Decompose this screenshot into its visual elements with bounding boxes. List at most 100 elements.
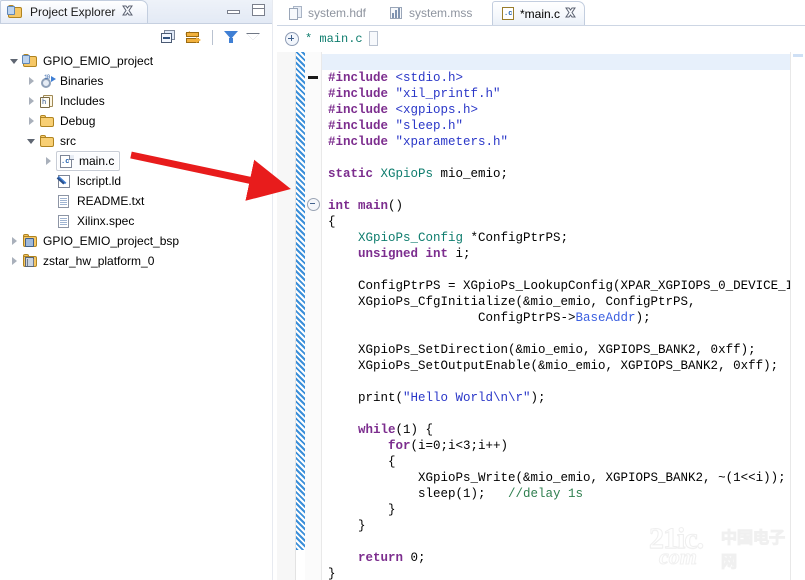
- fold-expanded-marker[interactable]: [307, 198, 320, 211]
- tree-item-includes[interactable]: h Includes: [0, 91, 272, 111]
- code-line[interactable]: #include <xgpiops.h>: [328, 102, 790, 118]
- expand-all-icon[interactable]: [285, 31, 299, 46]
- code-token: (1) {: [395, 423, 434, 437]
- code-line[interactable]: sleep(1); //delay 1s: [328, 486, 790, 502]
- overview-ruler[interactable]: [790, 52, 805, 580]
- project-tree[interactable]: GPIO_EMIO_project 10 Binaries h Includes Debu…: [0, 50, 272, 580]
- filter-icon[interactable]: [224, 30, 238, 44]
- code-line[interactable]: [328, 150, 790, 166]
- code-line[interactable]: static XGpioPs mio_emio;: [328, 166, 790, 182]
- project-explorer-icon: [7, 4, 24, 20]
- tree-item-binaries[interactable]: 10 Binaries: [0, 71, 272, 91]
- code-token: BaseAddr: [575, 311, 636, 325]
- link-with-editor-icon[interactable]: [185, 30, 201, 45]
- twisty-expanded-icon[interactable]: [25, 135, 38, 148]
- editor-area: system.hdf system.mss .c *main.c * main.c #…: [277, 0, 805, 580]
- code-line[interactable]: [328, 374, 790, 390]
- tree-item-label: GPIO_EMIO_project: [43, 54, 154, 68]
- hdf-file-icon: [289, 6, 303, 20]
- current-line-highlight: [322, 54, 790, 70]
- code-line[interactable]: XGpioPs_Config *ConfigPtrPS;: [328, 230, 790, 246]
- code-token: XGpioPs_CfgInitialize(&mio_emio, ConfigP…: [328, 295, 696, 309]
- tree-item-debug[interactable]: Debug: [0, 111, 272, 131]
- code-editor[interactable]: #include <stdio.h> #include "xil_printf.h…: [322, 52, 790, 580]
- breadcrumb-label[interactable]: * main.c: [305, 32, 363, 46]
- code-line[interactable]: unsigned int i;: [328, 246, 790, 262]
- code-token: //delay 1s: [508, 487, 584, 501]
- code-line[interactable]: }: [328, 566, 790, 580]
- code-line[interactable]: ConfigPtrPS->BaseAddr);: [328, 310, 790, 326]
- code-line[interactable]: XGpioPs_SetDirection(&mio_emio, XGPIOPS_…: [328, 342, 790, 358]
- tree-item-src[interactable]: src: [0, 131, 272, 151]
- hw-platform-icon: [22, 253, 39, 269]
- tree-item-selection[interactable]: .c main.c: [56, 151, 121, 171]
- annotation-ruler[interactable]: [277, 52, 296, 580]
- code-token: "xparameters.h": [395, 135, 509, 149]
- collapse-all-icon[interactable]: [161, 30, 176, 44]
- code-token: print(: [328, 391, 404, 405]
- code-token: unsigned int: [358, 247, 449, 261]
- linker-script-icon: [56, 174, 73, 189]
- code-token: );: [635, 311, 651, 325]
- tree-item-label: lscript.ld: [77, 174, 122, 188]
- code-line[interactable]: #include <stdio.h>: [328, 70, 790, 86]
- tree-item-lscript-ld[interactable]: lscript.ld: [0, 171, 272, 191]
- code-line[interactable]: [328, 534, 790, 550]
- close-icon[interactable]: [565, 7, 576, 21]
- minimize-icon[interactable]: [227, 6, 240, 15]
- folder-icon: [39, 114, 56, 129]
- code-line[interactable]: while(1) {: [328, 422, 790, 438]
- fold-collapsed-marker[interactable]: [308, 76, 318, 79]
- code-line[interactable]: [328, 326, 790, 342]
- tree-item-zstar-hw-platform-0[interactable]: zstar_hw_platform_0: [0, 251, 272, 271]
- close-icon[interactable]: [122, 5, 134, 19]
- code-line[interactable]: XGpioPs_Write(&mio_emio, XGPIOPS_BANK2, …: [328, 470, 790, 486]
- editor-tab-main.c[interactable]: .c *main.c: [492, 1, 586, 25]
- code-line[interactable]: [328, 406, 790, 422]
- maximize-icon[interactable]: [252, 4, 265, 16]
- twisty-collapsed-icon[interactable]: [8, 235, 21, 248]
- code-line[interactable]: int main(): [328, 198, 790, 214]
- tab-project-explorer[interactable]: Project Explorer: [0, 0, 148, 23]
- code-line[interactable]: ConfigPtrPS = XGpioPs_LookupConfig(XPAR_…: [328, 278, 790, 294]
- code-line[interactable]: {: [328, 214, 790, 230]
- tree-item-gpio-emio-project[interactable]: GPIO_EMIO_project: [0, 51, 272, 71]
- tree-item-gpio-emio-project-bsp[interactable]: GPIO_EMIO_project_bsp: [0, 231, 272, 251]
- twisty-collapsed-icon[interactable]: [42, 155, 55, 168]
- code-line[interactable]: #include "xparameters.h": [328, 134, 790, 150]
- project-explorer-tab-label: Project Explorer: [30, 5, 116, 19]
- source-code[interactable]: #include <stdio.h> #include "xil_printf.h…: [328, 70, 790, 580]
- code-line[interactable]: {: [328, 454, 790, 470]
- code-line[interactable]: [328, 182, 790, 198]
- code-line[interactable]: for(i=0;i<3;i++): [328, 438, 790, 454]
- tree-item-main-c[interactable]: .c main.c: [0, 151, 272, 171]
- code-token: ConfigPtrPS = XGpioPs_LookupConfig(XPAR_…: [328, 279, 790, 293]
- twisty-collapsed-icon[interactable]: [25, 95, 38, 108]
- code-line[interactable]: XGpioPs_SetOutputEnable(&mio_emio, XGPIO…: [328, 358, 790, 374]
- code-line[interactable]: }: [328, 518, 790, 534]
- folding-ruler[interactable]: [305, 52, 322, 580]
- application-window: Project Explorer GPIO_EMIO_project 10 Bi…: [0, 0, 805, 580]
- code-line[interactable]: [328, 262, 790, 278]
- twisty-placeholder: [42, 175, 55, 188]
- twisty-expanded-icon[interactable]: [8, 55, 21, 68]
- twisty-collapsed-icon[interactable]: [8, 255, 21, 268]
- code-line[interactable]: return 0;: [328, 550, 790, 566]
- code-line[interactable]: #include "sleep.h": [328, 118, 790, 134]
- code-line[interactable]: }: [328, 502, 790, 518]
- view-menu-icon[interactable]: [246, 33, 260, 41]
- twisty-collapsed-icon[interactable]: [25, 115, 38, 128]
- tree-item-xilinx-spec[interactable]: Xilinx.spec: [0, 211, 272, 231]
- breadcrumb-caret-icon: [368, 31, 378, 46]
- code-line[interactable]: print("Hello World\n\r");: [328, 390, 790, 406]
- editor-tab-system.hdf[interactable]: system.hdf: [281, 1, 374, 25]
- twisty-collapsed-icon[interactable]: [25, 75, 38, 88]
- code-line[interactable]: #include "xil_printf.h": [328, 86, 790, 102]
- code-token: #include: [328, 135, 396, 149]
- tree-item-readme-txt[interactable]: README.txt: [0, 191, 272, 211]
- editor-tab-system.mss[interactable]: system.mss: [382, 1, 480, 25]
- code-line[interactable]: XGpioPs_CfgInitialize(&mio_emio, ConfigP…: [328, 294, 790, 310]
